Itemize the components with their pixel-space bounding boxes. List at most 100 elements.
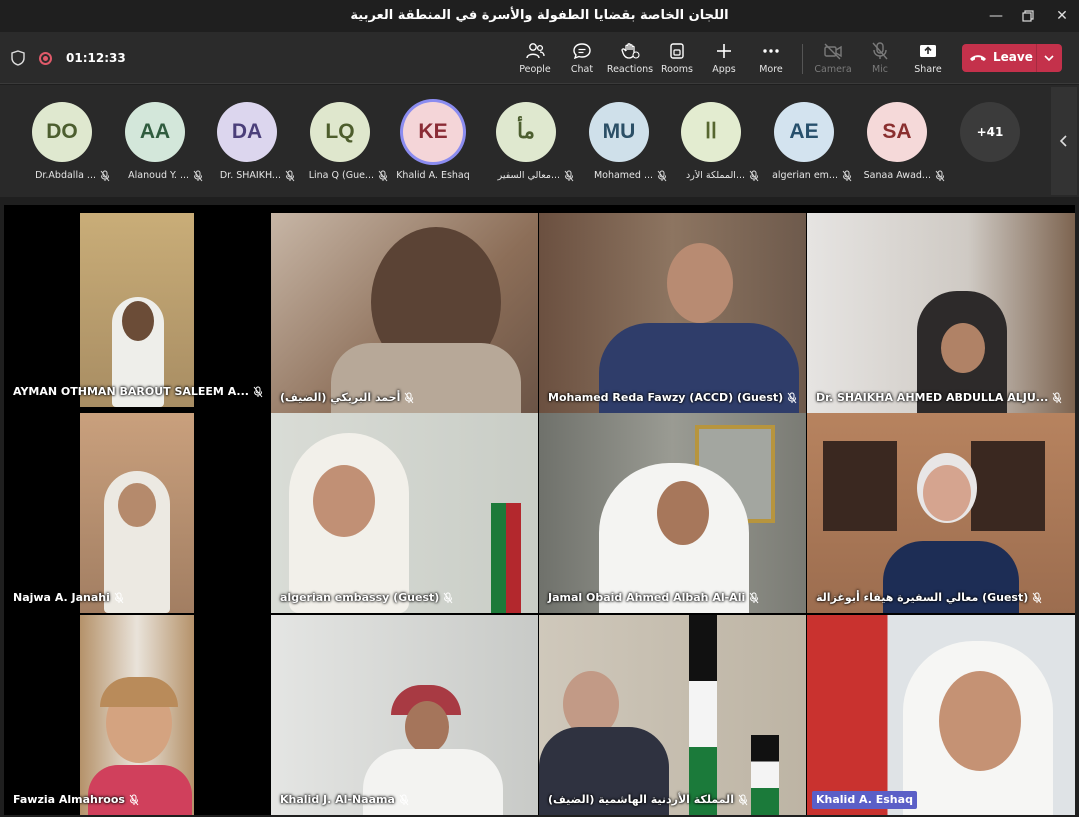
apps-icon bbox=[717, 44, 731, 58]
chevron-down-icon[interactable] bbox=[1043, 52, 1055, 64]
video-tile[interactable]: Khalid J. Al-Naama bbox=[271, 615, 538, 815]
camera-label: Camera bbox=[814, 64, 852, 75]
participant-avatar[interactable]: LQ Lina Q (Gue... bbox=[292, 102, 388, 182]
participant-video-name: Dr. SHAIKHA AHMED ABDULLA ALJU... bbox=[816, 391, 1049, 404]
mic-off-icon bbox=[749, 592, 759, 604]
participant-video-name: Jamal Obaid Ahmed Albah Al-Ali bbox=[548, 591, 746, 604]
camera-button[interactable]: Camera bbox=[807, 40, 859, 80]
video-tile[interactable]: معالي السفيرة هيفاء أبوغزالة (Guest) bbox=[807, 413, 1075, 613]
recording-icon bbox=[39, 52, 52, 65]
minimize-icon[interactable]: — bbox=[986, 6, 1006, 26]
participant-avatar[interactable]: AA Alanoud Y. ... bbox=[107, 102, 203, 182]
leave-button[interactable]: Leave bbox=[962, 44, 1062, 72]
mic-off-icon bbox=[738, 794, 748, 806]
close-icon[interactable]: ✕ bbox=[1052, 6, 1072, 26]
avatar: DA bbox=[217, 102, 277, 162]
avatar: LQ bbox=[310, 102, 370, 162]
mic-off-icon bbox=[129, 794, 139, 806]
chat-icon bbox=[573, 43, 591, 60]
more-label: More bbox=[759, 64, 783, 75]
participant-avatar[interactable]: SA Sanaa Awad... bbox=[849, 102, 945, 182]
participant-video-name: (المملكة الأردنية الهاشمية (الضيف bbox=[548, 793, 734, 806]
participant-name: Khalid A. Eshaq bbox=[396, 170, 470, 181]
scroll-participants-button[interactable] bbox=[1051, 87, 1077, 195]
avatar: DO bbox=[32, 102, 92, 162]
participant-avatar[interactable]: MU Mohamed ... bbox=[571, 102, 667, 182]
participant-avatar[interactable]: KE Khalid A. Eshaq bbox=[385, 102, 481, 182]
participant-video-name: Najwa A. Janahi bbox=[13, 591, 110, 604]
participant-video-name: (أحمد البريكي (الضيف bbox=[280, 391, 401, 404]
share-label: Share bbox=[914, 64, 942, 75]
video-tile[interactable]: Jamal Obaid Ahmed Albah Al-Ali bbox=[539, 413, 806, 613]
mic-button[interactable]: Mic bbox=[854, 40, 906, 80]
rooms-button[interactable]: Rooms bbox=[651, 40, 703, 80]
window-title: اللجان الخاصة بقضايا الطفولة والأسرة في … bbox=[350, 8, 729, 23]
participant-video-name: Mohamed Reda Fawzy (ACCD) (Guest) bbox=[548, 391, 784, 404]
video-grid: AYMAN OTHMAN BAROUT SALEEM A... (أحمد ال… bbox=[4, 205, 1075, 815]
video-tile[interactable]: AYMAN OTHMAN BAROUT SALEEM A... bbox=[4, 205, 268, 407]
rooms-icon bbox=[670, 43, 684, 59]
people-label: People bbox=[519, 64, 551, 75]
participant-avatar[interactable]: AE algerian em... bbox=[756, 102, 852, 182]
avatar: مأ bbox=[496, 102, 556, 162]
participant-name: معالي السفير... bbox=[497, 170, 560, 181]
reactions-icon bbox=[621, 43, 640, 59]
video-tile[interactable]: Najwa A. Janahi bbox=[4, 413, 268, 613]
camera-off-icon bbox=[824, 43, 842, 60]
avatar: AA bbox=[125, 102, 185, 162]
participant-name: Dr. SHAIKH... bbox=[219, 170, 281, 181]
reactions-button[interactable]: Reactions bbox=[604, 40, 656, 80]
mic-off-icon bbox=[935, 170, 945, 182]
participant-video-name: Khalid A. Eshaq bbox=[816, 793, 913, 806]
more-button[interactable]: More bbox=[745, 40, 797, 80]
restore-icon[interactable] bbox=[1018, 6, 1038, 26]
mic-off-icon bbox=[443, 592, 453, 604]
apps-button[interactable]: Apps bbox=[698, 40, 750, 80]
avatar: KE bbox=[403, 102, 463, 162]
participant-video-name: AYMAN OTHMAN BAROUT SALEEM A... bbox=[13, 385, 249, 398]
participant-name: Mohamed ... bbox=[593, 170, 653, 181]
participant-name: المملكة الأرد... bbox=[686, 170, 745, 181]
chat-button[interactable]: Chat bbox=[556, 40, 608, 80]
video-tile[interactable]: (أحمد البريكي (الضيف bbox=[271, 213, 538, 413]
avatar: AE bbox=[774, 102, 834, 162]
avatar: اا bbox=[681, 102, 741, 162]
people-button[interactable]: People bbox=[509, 40, 561, 80]
mic-label: Mic bbox=[871, 64, 889, 75]
mic-off-icon bbox=[253, 386, 263, 398]
more-participants-button[interactable]: +41 bbox=[960, 102, 1020, 162]
rooms-label: Rooms bbox=[660, 64, 693, 75]
participant-video-name: Khalid J. Al-Naama bbox=[280, 793, 395, 806]
video-tile[interactable]: (المملكة الأردنية الهاشمية (الضيف bbox=[539, 615, 806, 815]
share-icon bbox=[920, 45, 936, 57]
video-tile[interactable]: Khalid A. Eshaq bbox=[807, 615, 1075, 815]
avatar: MU bbox=[589, 102, 649, 162]
shield-icon bbox=[11, 50, 25, 66]
participant-avatar[interactable]: DA Dr. SHAIKH... bbox=[199, 102, 295, 182]
participant-avatar[interactable]: مأ معالي السفير... bbox=[478, 102, 574, 182]
mic-off-icon bbox=[1032, 592, 1042, 604]
toolbar-divider bbox=[802, 44, 803, 74]
participant-avatar[interactable]: اا المملكة الأرد... bbox=[663, 102, 759, 182]
leave-split-divider bbox=[1036, 44, 1037, 72]
share-button[interactable]: Share bbox=[902, 40, 954, 80]
participant-avatar[interactable]: DO Dr.Abdalla ... bbox=[14, 102, 110, 182]
avatar: SA bbox=[867, 102, 927, 162]
participant-name: Sanaa Awad... bbox=[863, 170, 931, 181]
video-tile[interactable]: Fawzia Almahroos bbox=[4, 615, 268, 815]
video-tile[interactable]: algerian embassy (Guest) bbox=[271, 413, 538, 613]
mic-off-icon bbox=[404, 392, 414, 404]
participant-name: algerian em... bbox=[772, 170, 838, 181]
participant-strip: DO Dr.Abdalla ... AA Alanoud Y. ... DA D… bbox=[0, 85, 1079, 197]
more-icon bbox=[763, 49, 779, 53]
mic-off-icon bbox=[787, 392, 797, 404]
mic-off-icon bbox=[1052, 392, 1062, 404]
participant-video-name: معالي السفيرة هيفاء أبوغزالة (Guest) bbox=[816, 591, 1029, 604]
chat-label: Chat bbox=[570, 64, 594, 75]
video-tile[interactable]: Mohamed Reda Fawzy (ACCD) (Guest) bbox=[539, 213, 806, 413]
participant-name: Alanoud Y. ... bbox=[128, 170, 189, 181]
mic-off-icon bbox=[872, 42, 888, 60]
video-tile[interactable]: Dr. SHAIKHA AHMED ABDULLA ALJU... bbox=[807, 213, 1075, 413]
meeting-timer: 01:12:33 bbox=[66, 51, 126, 65]
participant-video-name: algerian embassy (Guest) bbox=[280, 591, 440, 604]
